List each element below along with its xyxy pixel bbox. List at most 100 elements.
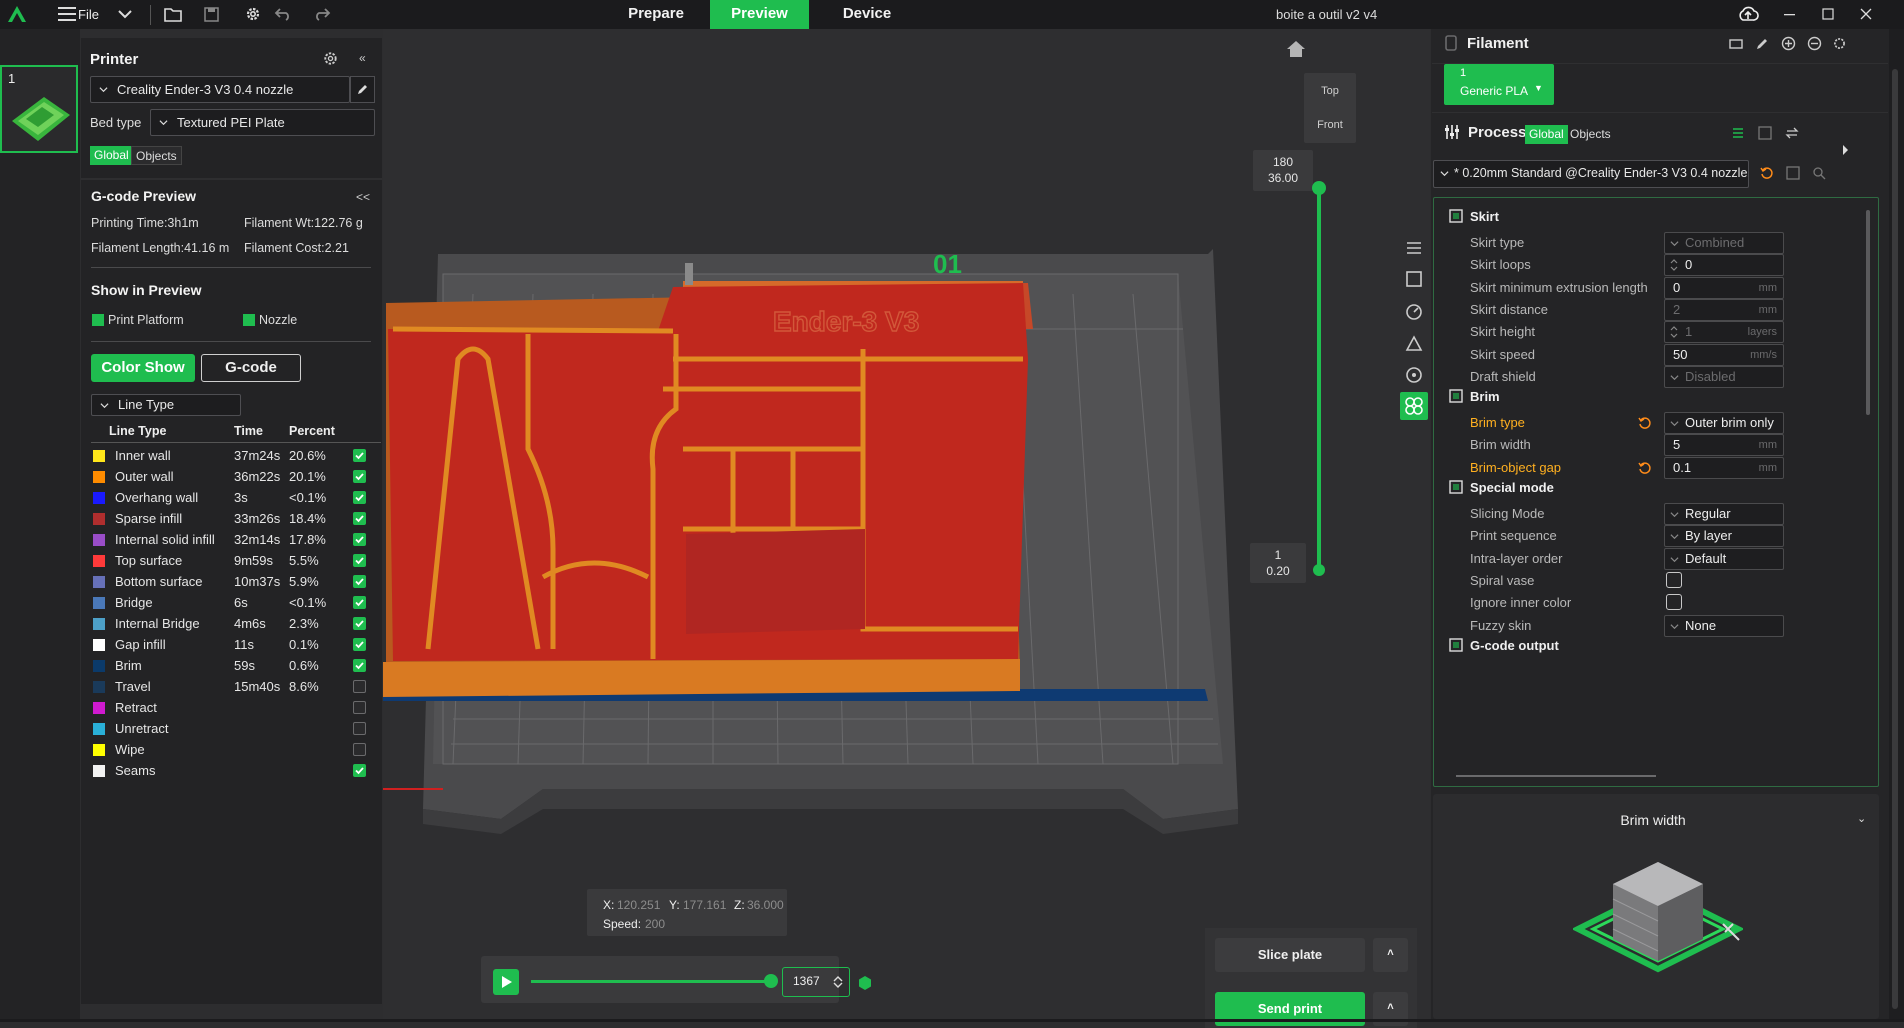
- line-visibility-checkbox[interactable]: [353, 470, 366, 483]
- speed-icon[interactable]: [1404, 301, 1424, 321]
- line-visibility-checkbox[interactable]: [353, 659, 366, 672]
- settings-scrollbar[interactable]: [1866, 210, 1870, 415]
- setting-stepper[interactable]: 1 layers: [1664, 321, 1784, 344]
- line-visibility-checkbox[interactable]: [353, 764, 366, 777]
- move-slider-track[interactable]: [531, 980, 769, 983]
- line-visibility-checkbox[interactable]: [353, 449, 366, 462]
- print-platform-checkbox[interactable]: [92, 314, 104, 326]
- nozzle-checkbox[interactable]: [243, 314, 255, 326]
- setting-dropdown[interactable]: Disabled: [1664, 365, 1784, 388]
- view-front[interactable]: Front: [1304, 119, 1356, 131]
- setting-input[interactable]: 0 mm: [1664, 276, 1784, 299]
- setting-dropdown[interactable]: Regular: [1664, 503, 1784, 525]
- maximize-icon[interactable]: [1817, 3, 1839, 25]
- process-objects-toggle[interactable]: Objects: [1566, 125, 1615, 144]
- setting-input[interactable]: 50 mm/s: [1664, 343, 1784, 366]
- line-visibility-checkbox[interactable]: [353, 701, 366, 714]
- layer-slider-bottom-handle[interactable]: [1313, 564, 1325, 576]
- layer-slider-top-handle[interactable]: [1312, 181, 1326, 195]
- tab-preview[interactable]: Preview: [710, 0, 809, 29]
- process-preset-select[interactable]: * 0.20mm Standard @Creality Ender-3 V3 0…: [1433, 160, 1749, 188]
- view-cube[interactable]: Top Front: [1304, 73, 1356, 143]
- tab-device[interactable]: Device: [820, 0, 914, 29]
- gcode-button[interactable]: G-code: [201, 354, 301, 382]
- filament-add-icon[interactable]: [1781, 36, 1796, 51]
- home-icon[interactable]: [1285, 39, 1307, 59]
- filament-settings-gear-icon[interactable]: [1832, 36, 1847, 51]
- menu-icon[interactable]: [56, 3, 78, 25]
- preset-save-icon[interactable]: [1786, 166, 1800, 180]
- settings-gear-icon[interactable]: [242, 3, 264, 25]
- layers-icon[interactable]: [1404, 237, 1424, 257]
- slice-plate-button[interactable]: Slice plate: [1215, 938, 1365, 972]
- gcode-preview-collapse[interactable]: <<: [356, 190, 370, 204]
- setting-input[interactable]: 5 mm: [1664, 434, 1784, 457]
- close-icon[interactable]: [1855, 3, 1877, 25]
- collapse-sidebar-icon[interactable]: «: [359, 51, 366, 65]
- filament-edit-icon[interactable]: [1755, 37, 1769, 51]
- reset-icon[interactable]: [1638, 416, 1652, 430]
- save-icon[interactable]: [200, 3, 222, 25]
- printer-settings-gear-icon[interactable]: [322, 50, 339, 67]
- settings-hscroll[interactable]: [1456, 775, 1656, 777]
- bed-type-select[interactable]: Textured PEI Plate: [150, 109, 375, 136]
- chevron-down-icon[interactable]: [114, 3, 136, 25]
- plate-thumbnail[interactable]: 1: [0, 65, 78, 153]
- setting-dropdown[interactable]: Combined: [1664, 232, 1784, 254]
- spin-arrows-icon[interactable]: [1670, 258, 1678, 272]
- filament-sync-icon[interactable]: [1729, 37, 1743, 51]
- view-type-select[interactable]: Line Type: [91, 394, 241, 416]
- slice-options-button[interactable]: ˄: [1373, 938, 1408, 972]
- color-paint-icon[interactable]: [1400, 392, 1428, 420]
- setting-checkbox[interactable]: [1666, 594, 1682, 611]
- process-compare-icon[interactable]: [1731, 126, 1745, 140]
- seam-icon[interactable]: [1404, 365, 1424, 385]
- line-visibility-checkbox[interactable]: [353, 722, 366, 735]
- line-visibility-checkbox[interactable]: [353, 743, 366, 756]
- open-folder-icon[interactable]: [162, 3, 184, 25]
- line-visibility-checkbox[interactable]: [353, 491, 366, 504]
- process-global-toggle[interactable]: Global: [1525, 125, 1568, 144]
- line-visibility-checkbox[interactable]: [353, 680, 366, 693]
- measure-icon[interactable]: [1404, 269, 1424, 289]
- filament-remove-icon[interactable]: [1807, 36, 1822, 51]
- setting-checkbox[interactable]: [1666, 571, 1682, 588]
- view-top[interactable]: Top: [1304, 85, 1356, 97]
- play-button[interactable]: [493, 969, 519, 995]
- edit-printer-button[interactable]: [350, 76, 375, 103]
- settings-hex-icon[interactable]: [857, 975, 873, 991]
- printer-objects-toggle[interactable]: Objects: [131, 146, 182, 165]
- setting-stepper[interactable]: 0: [1664, 254, 1784, 277]
- tab-prepare[interactable]: Prepare: [612, 0, 700, 29]
- printer-select[interactable]: Creality Ender-3 V3 0.4 nozzle: [90, 76, 350, 103]
- move-value-input[interactable]: 1367: [782, 967, 850, 997]
- redo-icon[interactable]: [311, 3, 333, 25]
- setting-dropdown[interactable]: Outer brim only: [1664, 412, 1784, 435]
- line-visibility-checkbox[interactable]: [353, 617, 366, 630]
- process-swap-icon[interactable]: [1785, 126, 1799, 140]
- setting-dropdown[interactable]: None: [1664, 614, 1784, 637]
- setting-input[interactable]: 0.1 mm: [1664, 456, 1784, 479]
- right-scrollbar[interactable]: [1892, 69, 1898, 1009]
- help-collapse-icon[interactable]: ⌄: [1857, 812, 1866, 825]
- reset-icon[interactable]: [1638, 461, 1652, 475]
- layer-slider-track[interactable]: [1317, 187, 1321, 572]
- line-visibility-checkbox[interactable]: [353, 512, 366, 525]
- move-slider-handle[interactable]: [764, 974, 778, 988]
- line-visibility-checkbox[interactable]: [353, 596, 366, 609]
- line-visibility-checkbox[interactable]: [353, 638, 366, 651]
- setting-dropdown[interactable]: Default: [1664, 547, 1784, 570]
- expand-arrow-icon[interactable]: [1842, 144, 1850, 156]
- setting-dropdown[interactable]: By layer: [1664, 525, 1784, 548]
- process-table-icon[interactable]: [1758, 126, 1772, 140]
- file-menu[interactable]: File: [78, 7, 99, 22]
- preset-reset-icon[interactable]: [1760, 166, 1774, 180]
- spin-arrows-icon[interactable]: [833, 975, 843, 989]
- preset-search-icon[interactable]: [1812, 166, 1826, 180]
- printer-global-toggle[interactable]: Global: [90, 146, 133, 165]
- line-visibility-checkbox[interactable]: [353, 575, 366, 588]
- color-show-button[interactable]: Color Show: [91, 354, 195, 382]
- 3d-viewport[interactable]: 01 Ender-3 V3 Top Front 180 36.00 1 0.20: [383, 29, 1430, 1028]
- spin-arrows-icon[interactable]: [1670, 325, 1678, 339]
- cloud-upload-icon[interactable]: [1737, 3, 1759, 25]
